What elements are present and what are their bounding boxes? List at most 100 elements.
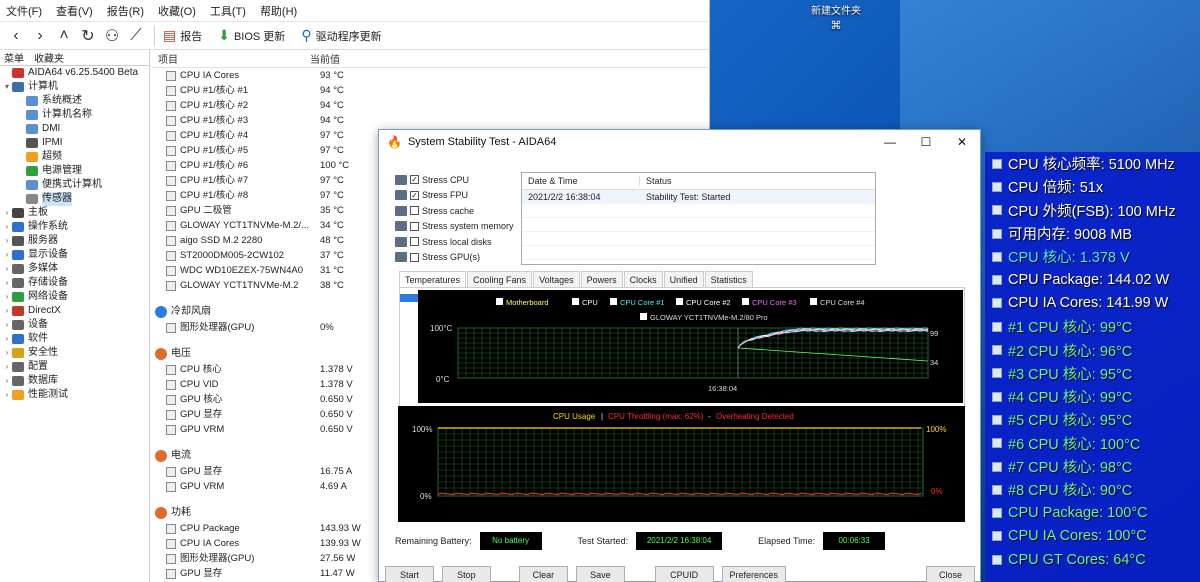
tab-powers[interactable]: Powers (580, 271, 623, 287)
sensor-row[interactable]: CPU #1/核心 #1 94 °C (152, 83, 708, 98)
tab-statistics[interactable]: Statistics (704, 271, 753, 287)
column-value[interactable]: 当前值 (310, 51, 340, 66)
tree-item[interactable]: DMI (0, 122, 149, 136)
tree-item[interactable]: › 配置 (0, 360, 149, 374)
temp-legend-checkbox[interactable] (610, 298, 617, 305)
column-item[interactable]: 项目 (152, 51, 310, 66)
clear-button[interactable]: Clear (518, 566, 568, 582)
tree-item[interactable]: 电源管理 (0, 164, 149, 178)
menu-item[interactable]: 收藏(O) (158, 3, 196, 19)
status-header-status[interactable]: Status (640, 176, 672, 186)
tree-item[interactable]: › 多媒体 (0, 262, 149, 276)
tree-item[interactable]: › 服务器 (0, 234, 149, 248)
tree-item[interactable]: 超频 (0, 150, 149, 164)
expand-icon[interactable]: › (2, 304, 12, 318)
expand-icon[interactable]: › (2, 346, 12, 360)
stress-option[interactable]: ✓ Stress FPU (395, 188, 520, 204)
tree-item[interactable]: › 设备 (0, 318, 149, 332)
expand-icon[interactable]: › (2, 234, 12, 248)
tree-item[interactable]: 计算机名称 (0, 108, 149, 122)
expand-icon[interactable]: ▾ (2, 80, 12, 94)
sensor-row[interactable]: CPU #1/核心 #2 94 °C (152, 98, 708, 113)
expand-icon[interactable]: › (2, 248, 12, 262)
stress-checkbox[interactable] (410, 252, 419, 262)
tab-clocks[interactable]: Clocks (623, 271, 663, 287)
tab-cooling-fans[interactable]: Cooling Fans (467, 271, 533, 287)
up-icon[interactable]: ˄ (52, 24, 76, 48)
stress-checkbox[interactable] (410, 221, 419, 231)
minimize-button[interactable]: — (872, 135, 908, 149)
tree-item[interactable]: › DirectX (0, 304, 149, 318)
status-header-date[interactable]: Date & Time (522, 176, 640, 186)
cpuid-button[interactable]: CPUID (654, 566, 714, 582)
expand-icon[interactable]: › (2, 220, 12, 234)
sensor-row[interactable]: CPU IA Cores 93 °C (152, 68, 708, 83)
tree-item[interactable]: 系统概述 (0, 94, 149, 108)
tree-item[interactable]: › 主板 (0, 206, 149, 220)
stress-option[interactable]: ✓ Stress CPU (395, 172, 520, 188)
menu-item[interactable]: 工具(T) (210, 3, 246, 19)
tree-item[interactable]: › 数据库 (0, 374, 149, 388)
temp-legend-checkbox[interactable] (810, 298, 817, 305)
stress-option[interactable]: Stress local disks (395, 234, 520, 250)
stress-option[interactable]: Stress cache (395, 203, 520, 219)
maximize-button[interactable]: ☐ (908, 135, 944, 149)
refresh-icon[interactable]: ↻ (76, 24, 100, 48)
stress-checkbox[interactable]: ✓ (410, 190, 419, 200)
tree-item[interactable]: ▾ 计算机 (0, 80, 149, 94)
user-icon[interactable]: ⚇ (100, 24, 124, 48)
expand-icon[interactable]: › (2, 290, 12, 304)
desktop-folder-icon[interactable]: 新建文件夹 ⌘ (808, 2, 864, 32)
tree-item[interactable]: › 存储设备 (0, 276, 149, 290)
forward-icon[interactable]: › (28, 24, 52, 48)
menu-item[interactable]: 文件(F) (6, 3, 42, 19)
temp-legend-2-checkbox[interactable] (640, 313, 647, 320)
temp-legend-checkbox[interactable] (742, 298, 749, 305)
tab-voltages[interactable]: Voltages (533, 271, 580, 287)
tree-item[interactable]: › 安全性 (0, 346, 149, 360)
expand-icon[interactable]: › (2, 332, 12, 346)
expand-icon[interactable]: › (2, 206, 12, 220)
status-row[interactable]: 2021/2/2 16:38:04 Stability Test: Starte… (522, 190, 875, 204)
tab-menu[interactable]: 菜单 (4, 50, 24, 65)
tree-item[interactable]: IPMI (0, 136, 149, 150)
tree-item[interactable]: 传感器 (0, 192, 149, 206)
close-button[interactable]: Close (926, 566, 975, 582)
expand-icon[interactable]: › (2, 388, 12, 402)
menu-item[interactable]: 查看(V) (56, 3, 93, 19)
stress-option[interactable]: Stress system memory (395, 219, 520, 235)
report-button[interactable]: ▤ 报告 (163, 27, 202, 44)
stress-option[interactable]: Stress GPU(s) (395, 250, 520, 266)
tree-item[interactable]: AIDA64 v6.25.5400 Beta (0, 66, 149, 80)
chart-icon[interactable]: ⟋ (124, 24, 148, 48)
stress-checkbox[interactable] (410, 237, 419, 247)
tab-temperatures[interactable]: Temperatures (399, 271, 467, 287)
preferences-button[interactable]: Preferences (721, 566, 787, 582)
back-icon[interactable]: ‹ (4, 24, 28, 48)
tree-item[interactable]: › 操作系统 (0, 220, 149, 234)
tree-item[interactable]: › 性能测试 (0, 388, 149, 402)
temp-legend-checkbox[interactable] (496, 298, 503, 305)
save-button[interactable]: Save (575, 566, 625, 582)
expand-icon[interactable]: › (2, 374, 12, 388)
stress-checkbox[interactable] (410, 206, 419, 216)
tree-item[interactable]: › 网络设备 (0, 290, 149, 304)
bios-update-button[interactable]: ⬇ BIOS 更新 (218, 27, 285, 44)
temp-legend-checkbox[interactable] (676, 298, 683, 305)
sensor-row[interactable]: CPU #1/核心 #3 94 °C (152, 113, 708, 128)
stop-button[interactable]: Stop (441, 566, 491, 582)
temp-legend-checkbox[interactable] (572, 298, 579, 305)
tab-unified[interactable]: Unified (663, 271, 704, 287)
expand-icon[interactable]: › (2, 318, 12, 332)
tree-item[interactable]: › 显示设备 (0, 248, 149, 262)
stress-checkbox[interactable]: ✓ (410, 175, 419, 185)
close-button[interactable]: ✕ (944, 135, 980, 149)
tree-item[interactable]: 便携式计算机 (0, 178, 149, 192)
menu-item[interactable]: 帮助(H) (260, 3, 297, 19)
tree-item[interactable]: › 软件 (0, 332, 149, 346)
expand-icon[interactable]: › (2, 276, 12, 290)
expand-icon[interactable]: › (2, 262, 12, 276)
tab-favorites[interactable]: 收藏夹 (34, 50, 64, 65)
menu-item[interactable]: 报告(R) (107, 3, 144, 19)
driver-update-button[interactable]: ⚲ 驱动程序更新 (301, 27, 381, 44)
